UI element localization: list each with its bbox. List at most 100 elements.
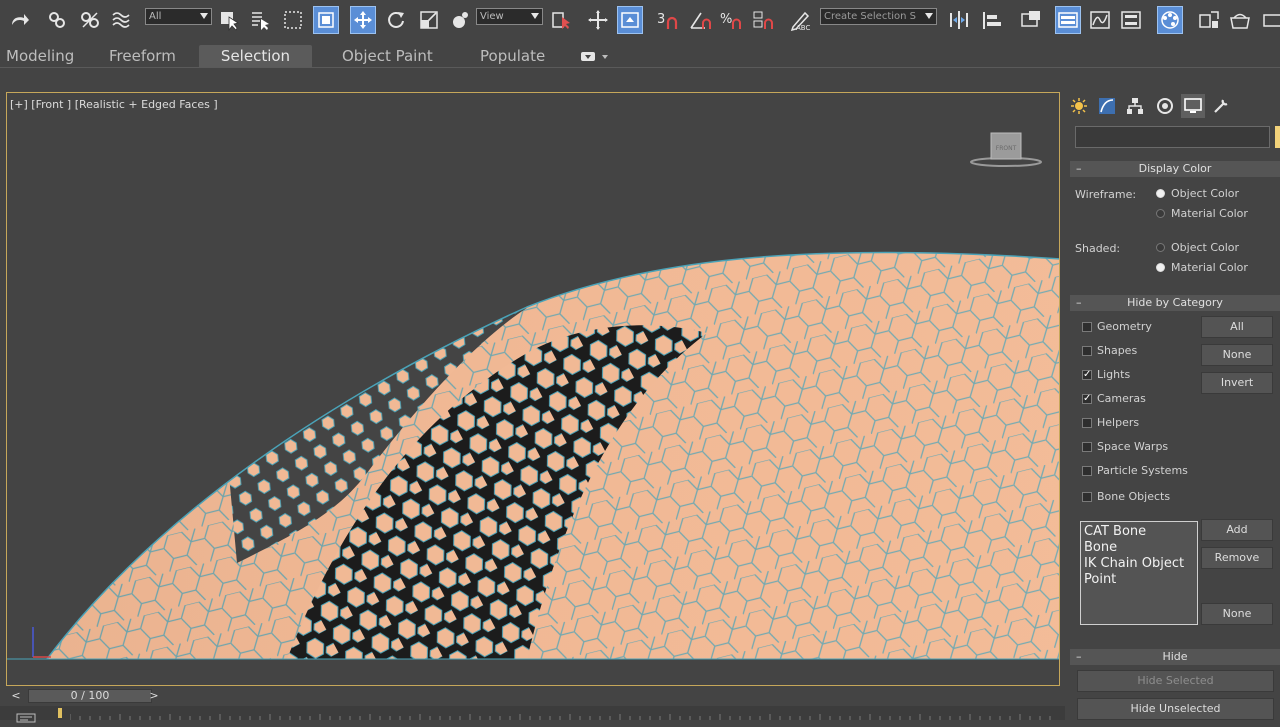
shaded-object-color-label[interactable]: Object Color xyxy=(1171,241,1239,254)
checkbox-bone-objects[interactable] xyxy=(1082,492,1092,502)
shaded-material-color-radio[interactable] xyxy=(1156,263,1165,272)
tab-object-paint[interactable]: Object Paint xyxy=(342,45,433,67)
track-bar-keyframe-marker xyxy=(58,708,62,718)
wireframe-object-color-radio[interactable] xyxy=(1156,189,1165,198)
motion-icon[interactable] xyxy=(1153,94,1177,118)
render-setup-icon[interactable] xyxy=(1196,6,1222,34)
tab-modeling[interactable]: Modeling xyxy=(6,45,74,67)
viewport-front[interactable]: [+] [Front ] [Realistic + Edged Faces ] … xyxy=(6,92,1060,686)
add-button[interactable]: Add xyxy=(1201,519,1273,541)
schematic-view-icon[interactable] xyxy=(1118,6,1144,34)
mini-curve-editor-icon[interactable] xyxy=(16,708,36,723)
select-manipulate-icon[interactable] xyxy=(548,6,574,34)
unlink-icon[interactable] xyxy=(77,6,103,34)
none-button[interactable]: None xyxy=(1201,344,1273,366)
checkbox-geometry[interactable] xyxy=(1082,322,1092,332)
hide-unselected-button[interactable]: Hide Unselected xyxy=(1077,698,1274,720)
hierarchy-icon[interactable] xyxy=(1123,94,1147,118)
time-slider-next-button[interactable]: > xyxy=(146,689,162,703)
remove-button[interactable]: Remove xyxy=(1201,547,1273,569)
checkbox-particle-systems[interactable] xyxy=(1082,466,1092,476)
ribbon-options-icon[interactable] xyxy=(580,47,610,69)
list-item[interactable]: CAT Bone xyxy=(1084,524,1194,540)
spinner-snap-icon[interactable] xyxy=(751,6,777,34)
list-item[interactable]: Bone xyxy=(1084,540,1194,556)
select-by-name-icon[interactable] xyxy=(247,6,273,34)
bind-spacewarp-icon[interactable] xyxy=(109,6,135,34)
mesh-object[interactable] xyxy=(7,93,1060,686)
material-editor-icon[interactable] xyxy=(1157,6,1183,34)
rendered-frame-window-icon[interactable] xyxy=(1227,6,1253,34)
all-button[interactable]: All xyxy=(1201,316,1273,338)
rect-select-region-icon[interactable] xyxy=(280,6,306,34)
snaps-toggle-icon[interactable]: 3 xyxy=(656,6,682,34)
placement-icon[interactable] xyxy=(447,6,473,34)
tab-populate[interactable]: Populate xyxy=(480,45,545,67)
axis-tripod-icon xyxy=(32,627,51,658)
checkbox-shapes[interactable] xyxy=(1082,346,1092,356)
create-icon[interactable] xyxy=(1067,94,1091,118)
select-object-icon[interactable] xyxy=(216,6,242,34)
space-warps-label[interactable]: Space Warps xyxy=(1097,440,1168,453)
display-icon[interactable] xyxy=(1181,94,1205,118)
list-item[interactable]: Point xyxy=(1084,572,1194,588)
rollout-hide[interactable]: – Hide xyxy=(1070,649,1280,665)
category-list[interactable]: CAT Bone Bone IK Chain Object Point xyxy=(1080,521,1198,625)
toggle-layer-explorer-icon[interactable] xyxy=(1055,6,1081,34)
invert-button[interactable]: Invert xyxy=(1201,372,1273,394)
helpers-label[interactable]: Helpers xyxy=(1097,416,1139,429)
cameras-label[interactable]: Cameras xyxy=(1097,392,1146,405)
checkbox-cameras[interactable]: ✓ xyxy=(1082,394,1092,404)
curve-editor-icon[interactable] xyxy=(1087,6,1113,34)
tab-freeform[interactable]: Freeform xyxy=(109,45,176,67)
rollout-display-color[interactable]: – Display Color xyxy=(1070,161,1280,177)
utilities-icon[interactable] xyxy=(1209,94,1233,118)
angle-snap-icon[interactable] xyxy=(688,6,714,34)
window-crossing-icon[interactable] xyxy=(313,6,339,34)
object-name-field[interactable] xyxy=(1075,126,1270,148)
rollout-collapse-icon: – xyxy=(1076,650,1082,663)
wireframe-object-color-label[interactable]: Object Color xyxy=(1171,187,1239,200)
chevron-down-icon xyxy=(200,13,208,19)
shapes-label[interactable]: Shapes xyxy=(1097,344,1137,357)
move-icon[interactable] xyxy=(350,6,376,34)
shaded-material-color-label[interactable]: Material Color xyxy=(1171,261,1248,274)
align-icon[interactable] xyxy=(979,6,1005,34)
pivot-center-icon[interactable] xyxy=(585,6,611,34)
wireframe-material-color-label[interactable]: Material Color xyxy=(1171,207,1248,220)
geometry-label[interactable]: Geometry xyxy=(1097,320,1152,333)
object-color-swatch[interactable] xyxy=(1275,126,1280,148)
keyboard-shortcut-override-icon[interactable] xyxy=(617,6,643,34)
reference-coord-dropdown[interactable]: View xyxy=(476,8,543,25)
checkbox-helpers[interactable] xyxy=(1082,418,1092,428)
bone-objects-label[interactable]: Bone Objects xyxy=(1097,490,1170,503)
hide-selected-button[interactable]: Hide Selected xyxy=(1077,670,1274,692)
named-selection-sets-dropdown[interactable]: Create Selection S xyxy=(820,8,937,25)
list-none-button[interactable]: None xyxy=(1201,603,1273,625)
rollout-hide-by-category[interactable]: – Hide by Category xyxy=(1070,295,1280,311)
lights-label[interactable]: Lights xyxy=(1097,368,1130,381)
time-slider-prev-button[interactable]: < xyxy=(8,689,24,703)
tab-selection[interactable]: Selection xyxy=(199,45,312,67)
time-slider[interactable]: 0 / 100 xyxy=(28,689,152,703)
modify-icon[interactable] xyxy=(1095,94,1119,118)
mirror-icon[interactable] xyxy=(946,6,972,34)
checkbox-lights[interactable]: ✓ xyxy=(1082,370,1092,380)
rotate-icon[interactable] xyxy=(383,6,409,34)
chevron-down-icon xyxy=(925,13,933,19)
edit-named-selection-icon[interactable]: ABC xyxy=(787,6,813,34)
redo-icon[interactable] xyxy=(6,6,32,34)
shaded-object-color-radio[interactable] xyxy=(1156,243,1165,252)
particle-systems-label[interactable]: Particle Systems xyxy=(1097,464,1188,477)
render-production-icon[interactable] xyxy=(1259,6,1280,34)
track-bar[interactable] xyxy=(0,706,1065,723)
reference-coord-value: View xyxy=(480,11,504,22)
wireframe-material-color-radio[interactable] xyxy=(1156,209,1165,218)
scale-icon[interactable] xyxy=(416,6,442,34)
checkbox-space-warps[interactable] xyxy=(1082,442,1092,452)
link-icon[interactable] xyxy=(44,6,70,34)
percent-snap-icon[interactable]: % xyxy=(719,6,745,34)
list-item[interactable]: IK Chain Object xyxy=(1084,556,1194,572)
toggle-scene-explorer-icon[interactable] xyxy=(1018,6,1044,34)
selection-filter-dropdown[interactable]: All xyxy=(145,8,212,25)
